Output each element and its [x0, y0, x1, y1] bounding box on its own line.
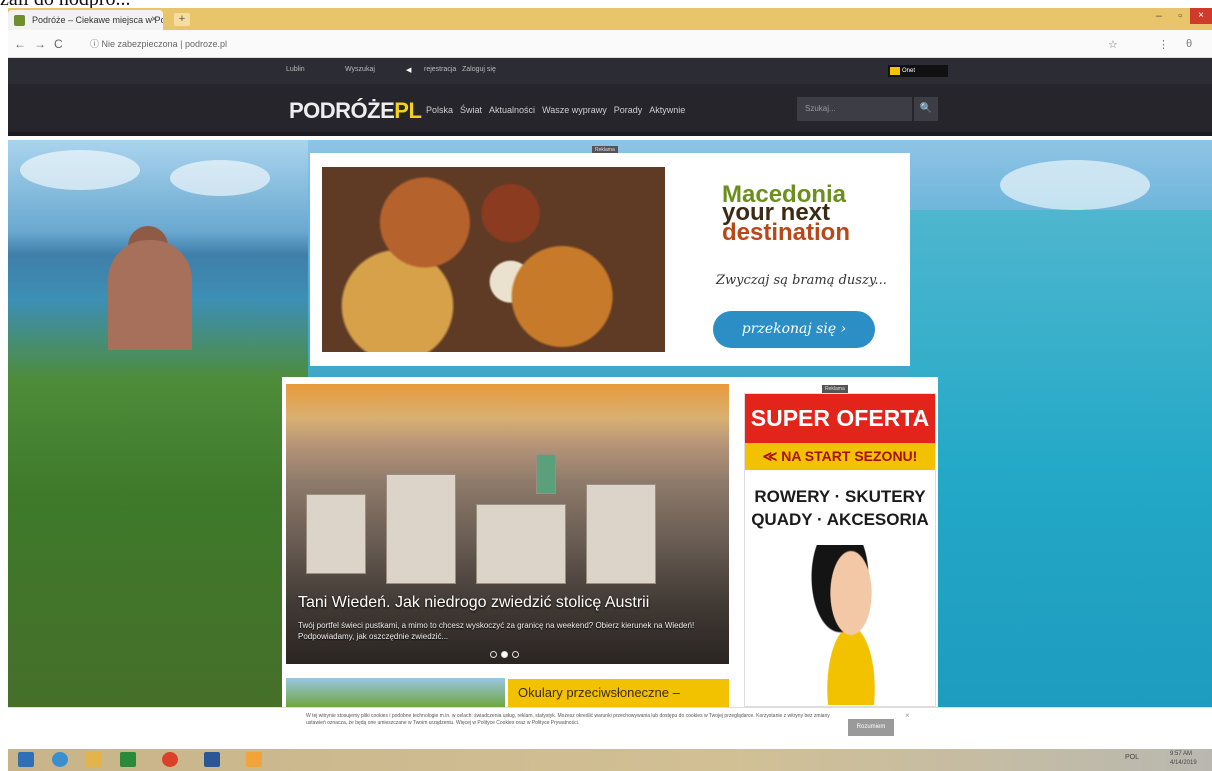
search-icon: 🔍 — [919, 103, 933, 114]
menu-item-aktywnie[interactable]: Aktywnie — [649, 105, 685, 115]
url-field[interactable]: ⓘ Nie zabezpieczona | podroze.pl — [86, 36, 386, 52]
star-icon[interactable]: ☆ — [1108, 38, 1118, 51]
site-logo[interactable]: PODRÓŻEPL — [289, 98, 422, 124]
start-icon[interactable] — [18, 752, 34, 767]
favicon-icon — [14, 15, 25, 26]
ad-title: Macedonia your next destination — [722, 181, 851, 246]
address-bar: ← → C ⓘ Nie zabezpieczona | podroze.pl ☆… — [8, 30, 1212, 58]
onet-badge[interactable]: Onet — [888, 65, 948, 77]
side-ad-tag: Reklama — [822, 385, 848, 393]
close-window-button[interactable]: × — [1190, 8, 1212, 24]
slider-dot[interactable] — [490, 651, 497, 658]
word-icon[interactable] — [204, 752, 220, 767]
top-caption: zali do nodpro... — [0, 0, 300, 8]
screen: zali do nodpro... Podróże – Ciekawe miej… — [0, 0, 1212, 771]
top-link-city[interactable]: Lublin — [286, 66, 305, 73]
building-shape — [476, 504, 566, 584]
building-shape — [306, 494, 366, 574]
article-title[interactable]: Tani Wiedeń. Jak niedrogo zwiedzić stoli… — [298, 594, 649, 612]
teaser-title[interactable]: Okulary przeciwsłoneczne – — [508, 679, 729, 709]
cookie-close-icon[interactable]: × — [905, 711, 910, 720]
food-photo — [322, 167, 665, 352]
site-navigation: PODRÓŻEPL Polska Świat Aktualności Wasze… — [8, 84, 1212, 136]
new-tab-button[interactable]: + — [174, 13, 190, 26]
windows-taskbar — [8, 749, 1212, 771]
church-building — [108, 240, 192, 350]
menu-item-swiat[interactable]: Świat — [460, 105, 482, 115]
cloud-shape — [170, 160, 270, 196]
side-ad-subhead: ≪ NA START SEZONU! — [745, 443, 935, 470]
main-menu: Polska Świat Aktualności Wasze wyprawy P… — [426, 105, 685, 115]
search-input[interactable]: Szukaj... — [797, 97, 912, 121]
tray-language[interactable]: POL — [1125, 754, 1139, 761]
tab-close-icon[interactable]: × — [151, 14, 157, 25]
explorer-icon[interactable] — [86, 752, 102, 767]
cloud-shape — [20, 150, 140, 190]
cookie-accept-button[interactable]: Rozumiem — [848, 719, 894, 736]
teaser-image[interactable] — [286, 678, 505, 708]
maximize-icon[interactable]: ▫ — [1178, 10, 1182, 22]
url-security-label: Nie zabezpieczona — [101, 39, 178, 49]
side-ad-line1: ROWERY · SKUTERY — [754, 487, 926, 506]
browser-tab-bar: Podróże – Ciekawe miejsca w Po... × + – … — [8, 8, 1212, 30]
logo-main: PODRÓŻE — [289, 98, 395, 123]
menu-item-aktualnosci[interactable]: Aktualności — [489, 105, 535, 115]
background-sea — [910, 210, 1212, 710]
top-link-login[interactable]: Zaloguj się — [462, 66, 496, 73]
search-button[interactable]: 🔍 — [914, 97, 938, 121]
url-text: podroze.pl — [184, 39, 227, 49]
browser-menu-icon[interactable]: ⋮ — [1158, 38, 1169, 51]
menu-item-wasze-wyprawy[interactable]: Wasze wyprawy — [542, 105, 607, 115]
site-top-strip: Lublin Wyszukaj ◀ rejestracja Zaloguj si… — [8, 58, 1212, 84]
dome-shape — [536, 454, 556, 494]
building-shape — [586, 484, 656, 584]
profile-icon[interactable]: θ — [1186, 38, 1192, 50]
minimize-icon[interactable]: – — [1156, 10, 1162, 22]
info-icon[interactable]: ⓘ — [90, 39, 99, 49]
cookie-text: W tej witrynie stosujemy pliki cookies i… — [306, 713, 830, 726]
ie-icon[interactable] — [52, 752, 68, 767]
ad-tagline: Zwyczaj są bramą duszy... — [716, 273, 887, 288]
menu-item-porady[interactable]: Porady — [614, 105, 643, 115]
building-shape — [386, 474, 456, 584]
logo-suffix: PL — [394, 98, 422, 123]
top-link-register[interactable]: rejestracja — [424, 66, 456, 73]
ad-cta-button[interactable]: przekonaj się › — [713, 311, 875, 348]
onet-logo-icon — [890, 67, 900, 75]
cloud-shape — [1000, 160, 1150, 210]
slider-dot[interactable] — [512, 651, 519, 658]
slider-dots — [490, 651, 519, 658]
forward-icon[interactable]: → — [34, 37, 46, 51]
tab-title: Podróże – Ciekawe miejsca w Po... — [32, 15, 163, 25]
side-ad-person — [796, 545, 906, 705]
menu-item-polska[interactable]: Polska — [426, 105, 453, 115]
background-landscape — [8, 140, 308, 710]
store-icon[interactable] — [120, 752, 136, 767]
article-description: Twój portfel świeci pustkami, a mimo to … — [298, 621, 695, 641]
speaker-icon: ◀ — [406, 67, 412, 74]
back-icon[interactable]: ← — [14, 37, 26, 51]
tray-time[interactable]: 9:57 AM — [1170, 751, 1192, 757]
top-link-search[interactable]: Wyszukaj — [345, 66, 375, 73]
side-ad-headline: SUPER OFERTA — [745, 394, 935, 443]
browser-tab[interactable]: Podróże – Ciekawe miejsca w Po... × — [8, 10, 163, 30]
reload-icon[interactable]: C — [54, 37, 63, 51]
side-ad-line2: QUADY · AKCESORIA — [751, 510, 929, 529]
slider-dot-active[interactable] — [501, 651, 508, 658]
chrome-icon[interactable] — [162, 752, 178, 767]
tray-date[interactable]: 4/14/2019 — [1170, 760, 1197, 766]
paint-icon[interactable] — [246, 752, 262, 767]
